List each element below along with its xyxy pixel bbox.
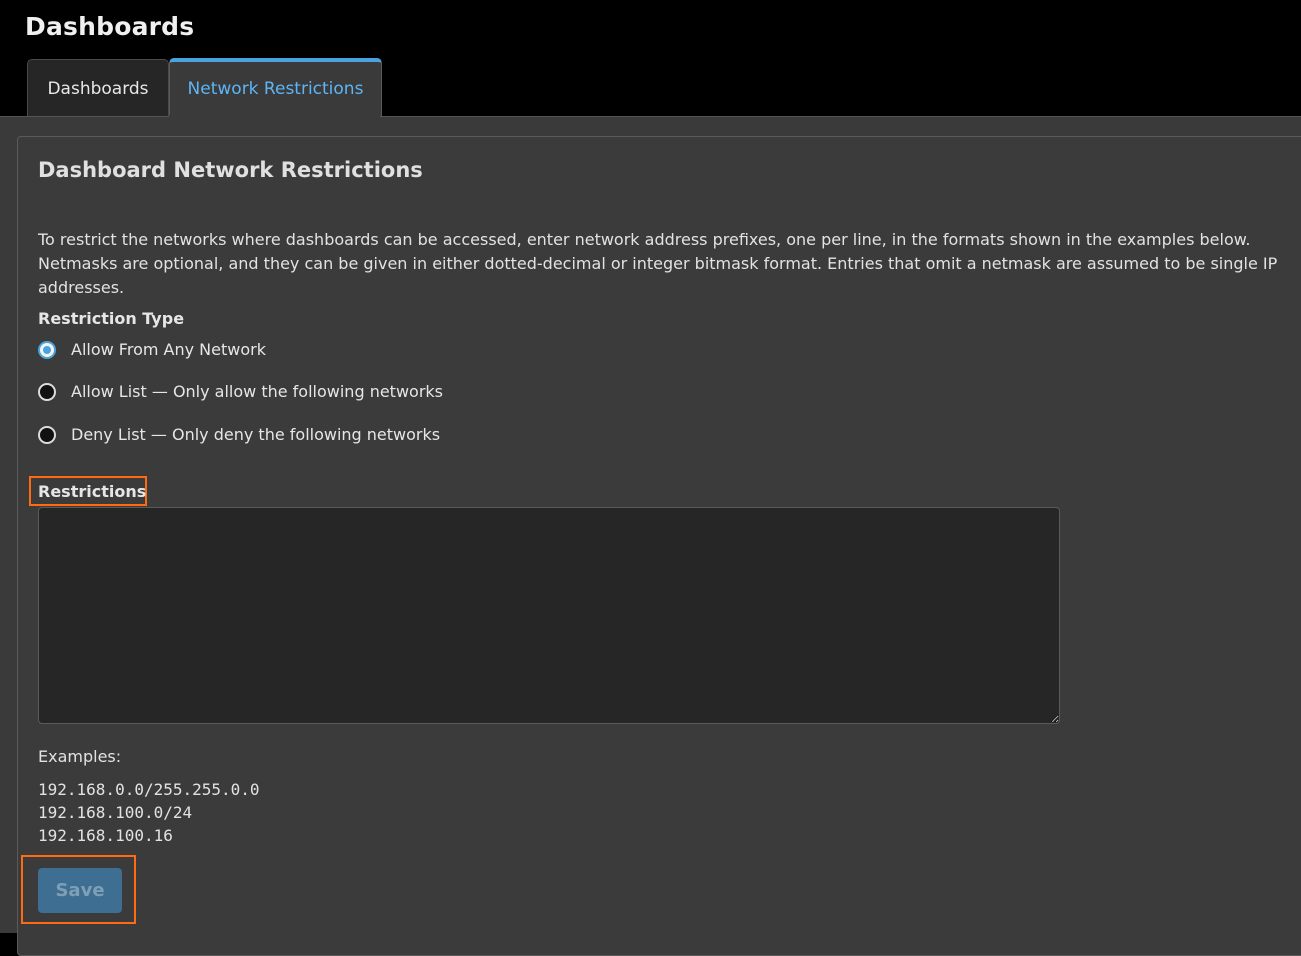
radio-label: Allow From Any Network — [71, 340, 266, 359]
restriction-type-label: Restriction Type — [38, 309, 185, 328]
radio-label: Deny List — Only deny the following netw… — [71, 425, 441, 444]
tab-dashboards[interactable]: Dashboards — [27, 59, 169, 117]
app-header: Dashboards Dashboards Network Restrictio… — [0, 0, 1301, 117]
save-button[interactable]: Save — [38, 868, 122, 913]
example-item: 192.168.0.0/255.255.0.0 — [38, 780, 260, 799]
radio-button-checked[interactable] — [38, 340, 56, 359]
radio-button[interactable] — [38, 382, 56, 401]
app-title: Dashboards — [25, 12, 195, 41]
restrictions-textarea[interactable] — [38, 507, 1060, 724]
examples-label: Examples: — [38, 747, 122, 766]
example-item: 192.168.100.16 — [38, 826, 173, 845]
panel-description: To restrict the networks where dashboard… — [38, 230, 1278, 297]
panel-title: Dashboard Network Restrictions — [38, 158, 423, 182]
radio-button[interactable] — [38, 425, 56, 444]
example-item: 192.168.100.0/24 — [38, 803, 193, 822]
radio-allow-any-network[interactable]: Allow From Any Network — [38, 340, 266, 359]
radio-label: Allow List — Only allow the following ne… — [71, 382, 443, 401]
tab-network-restrictions[interactable]: Network Restrictions — [169, 58, 382, 116]
radio-allow-list[interactable]: Allow List — Only allow the following ne… — [38, 382, 443, 401]
radio-deny-list[interactable]: Deny List — Only deny the following netw… — [38, 425, 440, 444]
restrictions-label: Restrictions — [38, 482, 147, 501]
tab-bar: Dashboards Network Restrictions — [27, 58, 382, 117]
active-tab-connector — [169, 115, 380, 118]
examples-list: 192.168.0.0/255.255.0.0 192.168.100.0/24… — [38, 778, 260, 847]
